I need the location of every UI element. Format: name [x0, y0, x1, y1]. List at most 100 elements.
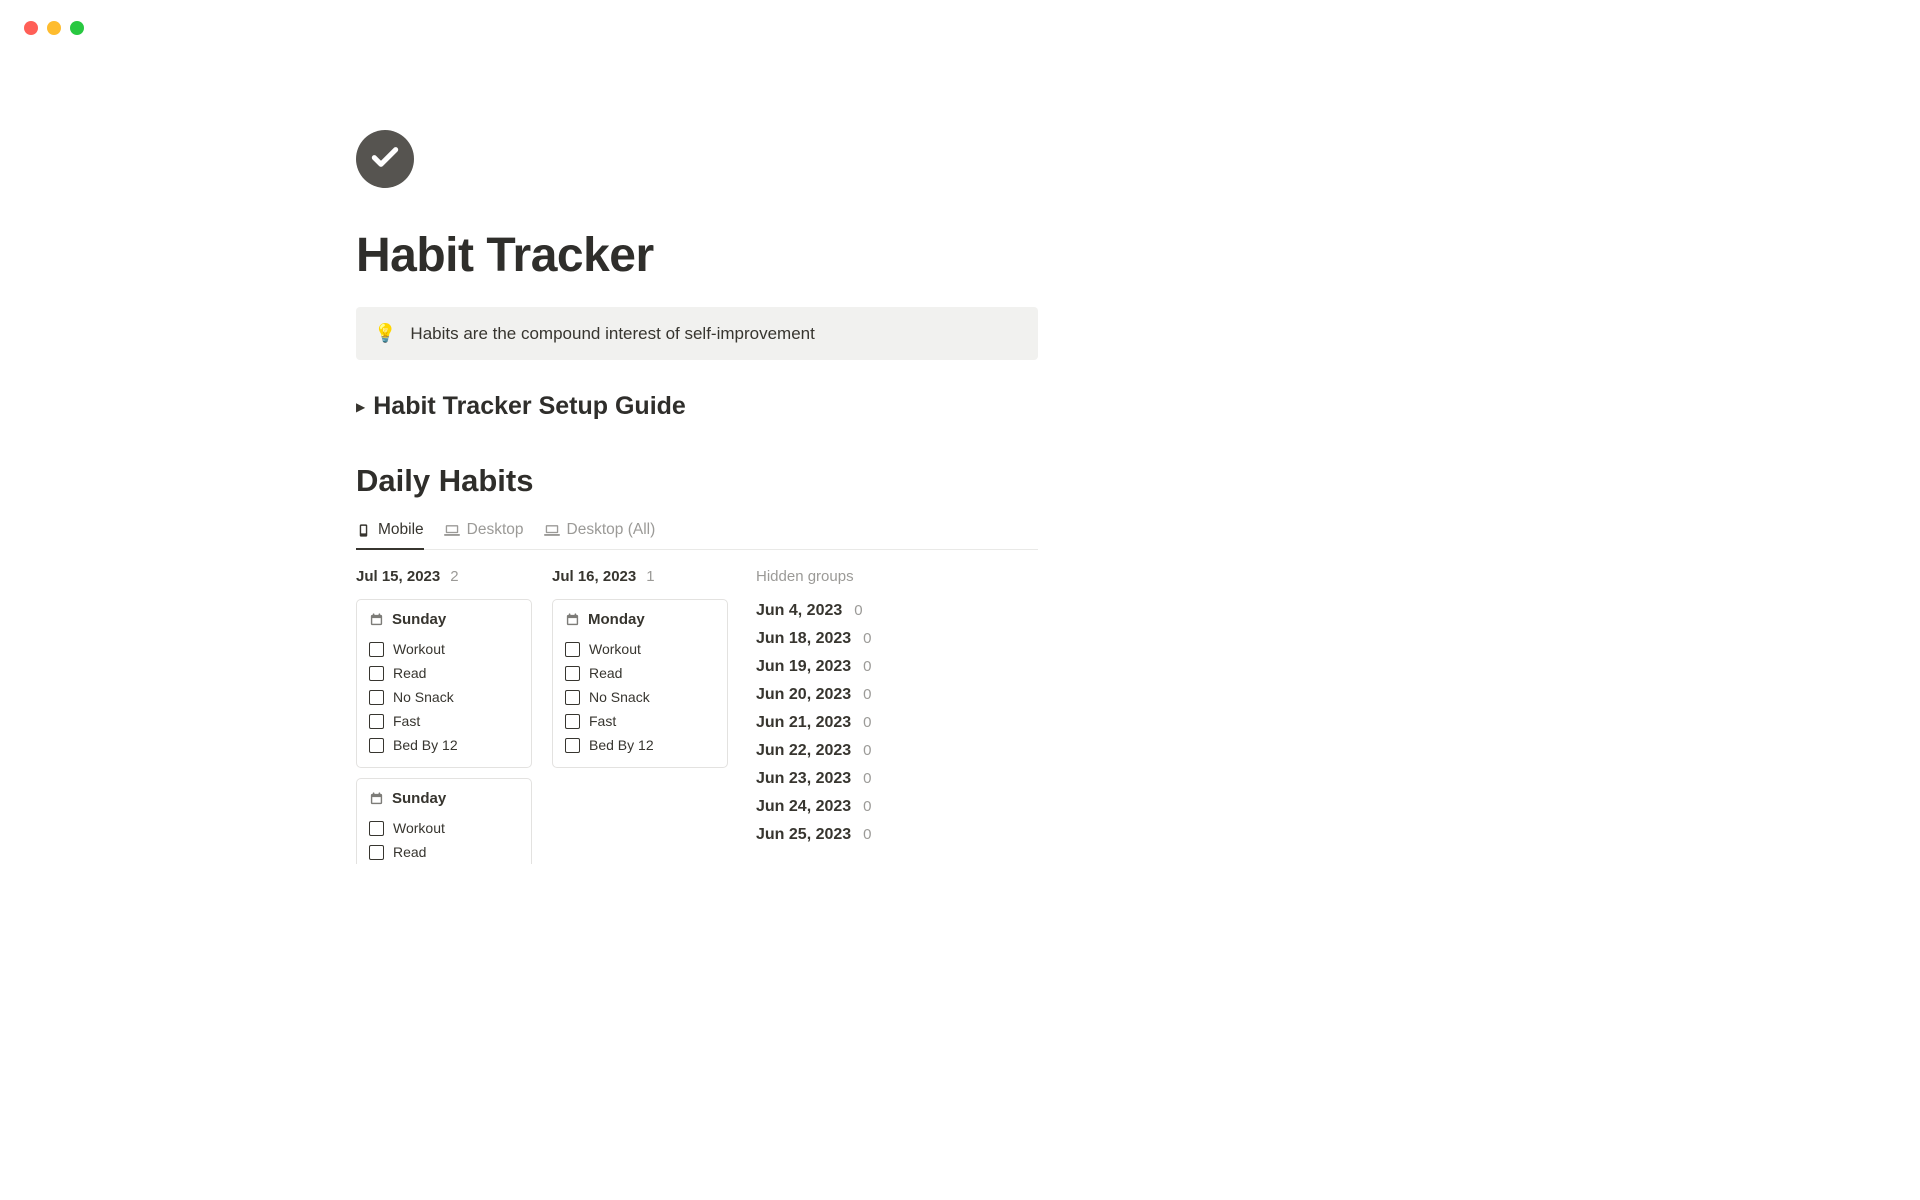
habit-card[interactable]: Sunday Workout Read	[356, 778, 532, 864]
habit-row: Read	[565, 661, 715, 685]
hidden-group-date: Jun 25, 2023	[756, 826, 851, 844]
hidden-group-count: 0	[863, 630, 871, 647]
hidden-group-row[interactable]: Jun 22, 20230	[756, 737, 872, 765]
tab-mobile[interactable]: Mobile	[356, 521, 424, 550]
board-view: Jul 15, 20232 Sunday Workout Read No Snack Fa…	[356, 568, 1038, 864]
checkbox[interactable]	[565, 690, 580, 705]
card-title: Sunday	[392, 790, 446, 807]
maximize-window-button[interactable]	[70, 21, 84, 35]
habit-label: Read	[589, 665, 622, 681]
habit-label: Read	[393, 844, 426, 860]
checkbox[interactable]	[369, 642, 384, 657]
habit-label: Fast	[589, 713, 616, 729]
hidden-group-date: Jun 23, 2023	[756, 770, 851, 788]
triangle-right-icon: ▶	[356, 400, 365, 414]
close-window-button[interactable]	[24, 21, 38, 35]
habit-card[interactable]: Sunday Workout Read No Snack Fast Bed By 12	[356, 599, 532, 768]
hidden-group-date: Jun 4, 2023	[756, 602, 842, 620]
habit-card[interactable]: Monday Workout Read No Snack Fast Bed By 12	[552, 599, 728, 768]
callout-block[interactable]: 💡 Habits are the compound interest of se…	[356, 307, 1038, 360]
toggle-label: Habit Tracker Setup Guide	[373, 392, 686, 421]
view-tabs: Mobile Desktop Desktop (All)	[356, 521, 1038, 550]
hidden-group-row[interactable]: Jun 25, 2023 0	[756, 821, 872, 849]
hidden-group-date: Jun 24, 2023	[756, 798, 851, 816]
calendar-icon	[369, 612, 384, 627]
habit-label: Read	[393, 665, 426, 681]
hidden-group-date: Jun 18, 2023	[756, 630, 851, 648]
checkbox[interactable]	[565, 642, 580, 657]
hidden-group-date: Jun 21, 2023	[756, 714, 851, 732]
hidden-group-count: 0	[863, 770, 871, 787]
hidden-group-row[interactable]: Jun 18, 2023 0	[756, 625, 872, 653]
hidden-group-count: 0	[863, 686, 871, 703]
hidden-group-count: 0	[863, 714, 871, 731]
checkbox[interactable]	[369, 690, 384, 705]
tab-label: Mobile	[378, 521, 424, 539]
habit-label: Workout	[393, 641, 445, 657]
page-content: Habit Tracker 💡 Habits are the compound …	[356, 130, 1038, 864]
column-date: Jul 16, 2023	[552, 568, 636, 585]
habit-row: Fast	[565, 709, 715, 733]
habit-row: Bed By 12	[369, 733, 519, 757]
hidden-group-date: Jun 20, 2023	[756, 686, 851, 704]
habit-label: Workout	[589, 641, 641, 657]
card-title-row: Sunday	[369, 790, 519, 807]
habit-label: Workout	[393, 820, 445, 836]
card-title-row: Sunday	[369, 611, 519, 628]
hidden-group-row[interactable]: Jun 24, 2023 0	[756, 793, 872, 821]
lightbulb-icon: 💡	[374, 323, 396, 344]
tab-desktop[interactable]: Desktop	[444, 521, 524, 550]
tab-label: Desktop	[467, 521, 524, 539]
page-icon[interactable]	[356, 130, 414, 188]
column-date: Jul 15, 2023	[356, 568, 440, 585]
habit-row: Workout	[369, 637, 519, 661]
minimize-window-button[interactable]	[47, 21, 61, 35]
checkbox[interactable]	[565, 714, 580, 729]
habit-row: Fast	[369, 709, 519, 733]
checkbox[interactable]	[369, 666, 384, 681]
board-column: Jul 16, 2023 1 Monday Workout Read No Snack Fa…	[552, 568, 728, 778]
checkbox[interactable]	[369, 821, 384, 836]
callout-text: Habits are the compound interest of self…	[410, 324, 814, 344]
hidden-group-count: 0	[863, 742, 871, 759]
hidden-group-row[interactable]: Jun 19, 20230	[756, 653, 872, 681]
column-header[interactable]: Jul 16, 2023 1	[552, 568, 728, 585]
page-title[interactable]: Habit Tracker	[356, 228, 1038, 283]
toggle-setup-guide[interactable]: ▶ Habit Tracker Setup Guide	[356, 392, 1038, 421]
column-count: 1	[646, 568, 654, 585]
checkbox[interactable]	[565, 738, 580, 753]
column-header[interactable]: Jul 15, 20232	[356, 568, 532, 585]
tab-label: Desktop (All)	[567, 521, 656, 539]
section-heading: Daily Habits	[356, 463, 1038, 499]
board-column: Jul 15, 20232 Sunday Workout Read No Snack Fa…	[356, 568, 532, 864]
habit-row: Bed By 12	[565, 733, 715, 757]
habit-label: Bed By 12	[589, 737, 654, 753]
habit-label: No Snack	[393, 689, 454, 705]
tab-desktop-all-[interactable]: Desktop (All)	[544, 521, 656, 550]
desktop-icon	[444, 523, 460, 538]
hidden-group-row[interactable]: Jun 4, 2023 0	[756, 597, 872, 625]
habit-row: No Snack	[369, 685, 519, 709]
habit-label: Fast	[393, 713, 420, 729]
hidden-groups-title: Hidden groups	[756, 568, 872, 585]
habit-row: No Snack	[565, 685, 715, 709]
hidden-group-count: 0	[854, 602, 862, 619]
hidden-group-row[interactable]: Jun 20, 2023 0	[756, 681, 872, 709]
mobile-icon	[356, 523, 371, 538]
habit-label: Bed By 12	[393, 737, 458, 753]
hidden-group-row[interactable]: Jun 23, 2023 0	[756, 765, 872, 793]
card-title: Sunday	[392, 611, 446, 628]
hidden-groups: Hidden groupsJun 4, 20230Jun 18, 20230Ju…	[756, 568, 872, 849]
habit-label: No Snack	[589, 689, 650, 705]
habit-row: Workout	[565, 637, 715, 661]
checkbox[interactable]	[369, 738, 384, 753]
checkbox[interactable]	[369, 714, 384, 729]
hidden-group-count: 0	[863, 658, 871, 675]
hidden-group-row[interactable]: Jun 21, 2023 0	[756, 709, 872, 737]
card-title: Monday	[588, 611, 645, 628]
checkbox[interactable]	[369, 845, 384, 860]
hidden-group-count: 0	[863, 826, 871, 843]
checkbox[interactable]	[565, 666, 580, 681]
hidden-group-count: 0	[863, 798, 871, 815]
checkmark-icon	[369, 141, 401, 178]
